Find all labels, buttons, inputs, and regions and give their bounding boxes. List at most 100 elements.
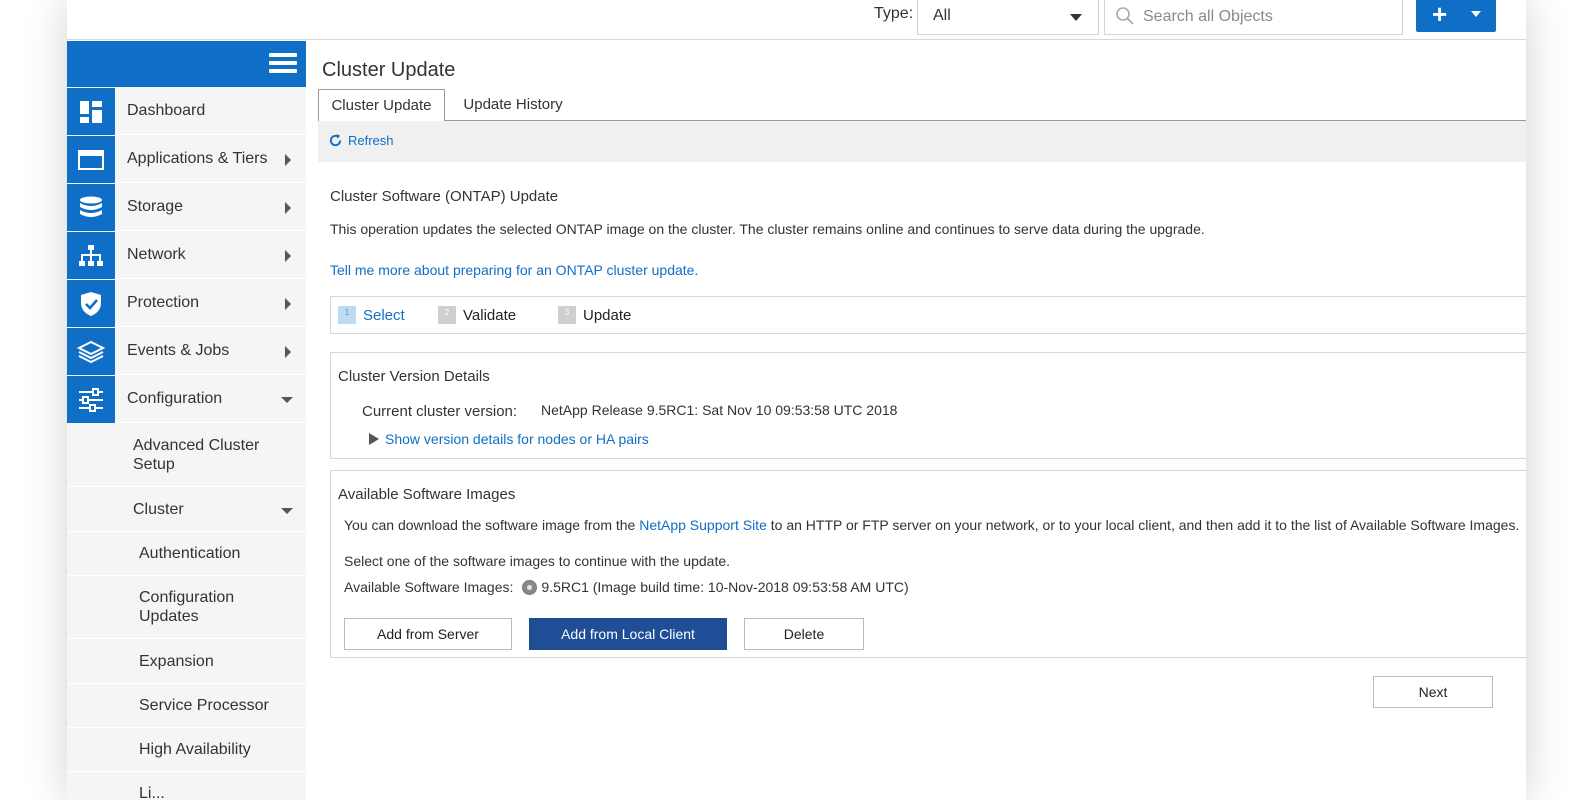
panel-title: Available Software Images (338, 486, 516, 503)
wizard-steps: 1 Select 2 Validate 3 Update (330, 296, 1526, 334)
sliders-icon (67, 376, 115, 423)
chevron-right-icon (285, 346, 291, 358)
panel-title: Cluster Version Details (338, 368, 490, 385)
step-number: 1 (338, 306, 356, 324)
chevron-right-icon (285, 154, 291, 166)
chevron-down-icon (281, 508, 293, 514)
images-select-text: Select one of the software images to con… (344, 553, 731, 569)
images-description-text: You can download the software image from… (344, 517, 640, 533)
tab-update-history[interactable]: Update History (449, 89, 577, 121)
toolbar: Refresh (318, 121, 1526, 162)
step-label: Select (363, 306, 405, 324)
current-version-label: Current cluster version: (362, 403, 518, 420)
step-validate: 2 Validate (438, 306, 516, 324)
cluster-version-panel: Cluster Version Details Current cluster … (330, 352, 1526, 459)
chevron-down-icon (1471, 11, 1481, 17)
sidebar-item-configuration[interactable]: Configuration (67, 376, 306, 423)
refresh-icon (329, 133, 342, 147)
page-title: Cluster Update (322, 59, 456, 81)
sidebar-item-events-jobs[interactable]: Events & Jobs (67, 328, 306, 375)
sidebar-subitem-label: Expansion (139, 653, 214, 670)
dashboard-icon (67, 88, 115, 135)
type-label: Type: (874, 5, 914, 22)
add-from-local-client-button[interactable]: Add from Local Client (529, 618, 727, 650)
chevron-right-icon (285, 298, 291, 310)
software-images-panel: Available Software Images You can downlo… (330, 470, 1526, 658)
sidebar-item-label: Protection (127, 294, 200, 311)
add-from-server-button[interactable]: Add from Server (344, 618, 512, 650)
main-content: Cluster Update Cluster Update Update His… (306, 41, 1526, 800)
step-select: 1 Select (338, 306, 405, 324)
tab-cluster-update[interactable]: Cluster Update (318, 89, 445, 122)
top-bar: Type: All + (67, 0, 1526, 40)
sidebar-subitem-configuration-updates[interactable]: Configuration Updates (67, 576, 306, 639)
image-option-label: 9.5RC1 (Image build time: 10-Nov-2018 09… (541, 579, 909, 595)
images-list: Available Software Images: 9.5RC1 (Image… (344, 579, 909, 595)
storage-icon (67, 184, 115, 231)
sidebar: Dashboard Applications & Tiers Storage N… (67, 41, 306, 800)
sidebar-item-storage[interactable]: Storage (67, 184, 306, 231)
sidebar-item-applications[interactable]: Applications & Tiers (67, 136, 306, 183)
step-number: 2 (438, 306, 456, 324)
sidebar-item-label: Configuration (127, 390, 223, 407)
section-description: This operation updates the selected ONTA… (330, 221, 1205, 237)
applications-icon (67, 136, 115, 183)
sidebar-item-label: Dashboard (127, 102, 206, 119)
tab-bar: Cluster Update Update History (318, 89, 1526, 122)
search-input[interactable] (1143, 4, 1393, 30)
layers-icon (67, 328, 115, 375)
chevron-right-icon (285, 250, 291, 262)
step-label: Update (583, 306, 632, 324)
chevron-down-icon (1070, 14, 1082, 21)
images-description: You can download the software image from… (344, 517, 1519, 533)
refresh-label: Refresh (348, 133, 394, 148)
sidebar-subitem-expansion[interactable]: Expansion (67, 640, 306, 684)
sidebar-subitem-label: Authentication (139, 545, 241, 562)
sidebar-item-dashboard[interactable]: Dashboard (67, 88, 306, 135)
sidebar-subitem-label: Advanced Cluster Setup (133, 437, 260, 473)
plus-icon: + (1432, 0, 1448, 29)
sidebar-subitem-high-availability[interactable]: High Availability (67, 728, 306, 772)
show-version-details-label: Show version details for nodes or HA pai… (385, 431, 649, 447)
add-button[interactable]: + (1416, 0, 1496, 32)
sidebar-subitem-authentication[interactable]: Authentication (67, 532, 306, 576)
chevron-right-icon (285, 202, 291, 214)
sidebar-subitem-advanced-cluster-setup[interactable]: Advanced Cluster Setup (67, 424, 306, 487)
app-window: Type: All + Dashboard (67, 0, 1526, 800)
hamburger-menu-icon[interactable] (269, 53, 297, 75)
sidebar-item-protection[interactable]: Protection (67, 280, 306, 327)
current-version-value: NetApp Release 9.5RC1: Sat Nov 10 09:53:… (541, 402, 898, 418)
image-radio[interactable] (522, 579, 538, 595)
netapp-support-site-link[interactable]: NetApp Support Site (639, 517, 767, 533)
show-version-details-link[interactable]: Show version details for nodes or HA pai… (369, 431, 649, 447)
sidebar-subitem-label: High Availability (139, 741, 251, 758)
sidebar-subitem-label: Li... (139, 785, 165, 800)
sidebar-item-label: Network (127, 246, 186, 263)
chevron-down-icon (281, 397, 293, 403)
learn-more-link[interactable]: Tell me more about preparing for an ONTA… (330, 262, 698, 278)
images-description-text: to an HTTP or FTP server on your network… (766, 517, 1520, 533)
refresh-button[interactable]: Refresh (328, 133, 394, 148)
delete-button[interactable]: Delete (744, 618, 864, 650)
section-title: Cluster Software (ONTAP) Update (330, 188, 559, 205)
sidebar-item-network[interactable]: Network (67, 232, 306, 279)
search-icon (1116, 7, 1134, 25)
sidebar-item-label: Events & Jobs (127, 342, 230, 359)
sidebar-header (67, 41, 306, 87)
sidebar-subitem-service-processor[interactable]: Service Processor (67, 684, 306, 728)
images-list-label: Available Software Images: (344, 579, 514, 595)
expand-triangle-icon (369, 433, 379, 445)
next-button[interactable]: Next (1373, 676, 1493, 708)
sidebar-subitem-label: Cluster (133, 501, 184, 518)
sidebar-subitem-label: Configuration Updates (139, 589, 235, 625)
sidebar-subitem-cluster[interactable]: Cluster (67, 488, 306, 532)
sidebar-subitem-label: Service Processor (139, 697, 269, 714)
step-update: 3 Update (558, 306, 631, 324)
step-label: Validate (463, 306, 517, 324)
type-select[interactable]: All (917, 0, 1099, 35)
type-select-value: All (933, 7, 951, 24)
search-box[interactable] (1104, 0, 1403, 35)
network-icon (67, 232, 115, 279)
sidebar-subitem-licenses[interactable]: Li... (67, 772, 306, 800)
shield-check-icon (67, 280, 115, 327)
